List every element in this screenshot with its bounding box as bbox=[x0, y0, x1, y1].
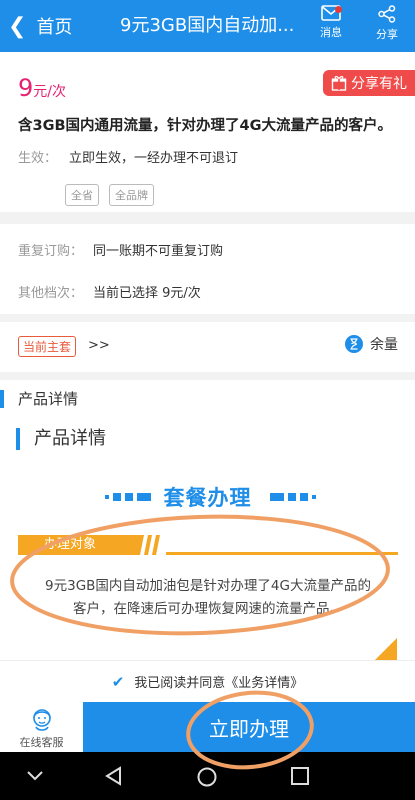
agreement-row: ✔ 我已阅读并同意 《业务详情》 bbox=[0, 660, 415, 702]
target-text-line2: 客户，在降速后可办理恢复网速的流量产品。 bbox=[73, 601, 343, 617]
balance-button[interactable]: 余量 bbox=[344, 334, 398, 354]
target-label: 办理对象 bbox=[18, 535, 138, 555]
target-description: 9元3GB国内自动加油包是针对办理了4G大流量产品的 客户，在降速后可办理恢复网… bbox=[28, 575, 388, 621]
repeat-value: 同一账期不可重复订购 bbox=[93, 244, 224, 259]
agreement-checkbox[interactable]: ✔ bbox=[112, 673, 125, 691]
price-unit: 元/次 bbox=[33, 84, 66, 100]
corner-decor bbox=[375, 638, 397, 660]
scope-tags: 全省 全品牌 bbox=[65, 184, 154, 206]
chevron-left-icon: ❮ bbox=[8, 13, 27, 39]
agreement-prefix: 我已阅读并同意 bbox=[134, 676, 226, 691]
share-icon bbox=[378, 5, 396, 23]
hide-keyboard-icon[interactable] bbox=[26, 770, 44, 782]
share-label: 分享 bbox=[376, 28, 398, 41]
tag-province: 全省 bbox=[65, 184, 99, 206]
effect-row: 生效： 立即生效，一经办理不可退订 bbox=[18, 147, 238, 166]
share-gift-button[interactable]: 分享有礼 bbox=[323, 70, 415, 96]
target-strip: 办理对象 bbox=[18, 535, 398, 555]
nav-home-icon[interactable] bbox=[196, 766, 218, 788]
online-service-button[interactable]: 在线客服 bbox=[0, 702, 83, 752]
banner-title: 套餐办理 bbox=[163, 486, 252, 510]
share-button[interactable]: 分享 bbox=[365, 5, 409, 42]
target-text-line1: 9元3GB国内自动加油包是针对办理了4G大流量产品的 bbox=[45, 578, 371, 594]
repeat-order-row: 重复订购： 同一账期不可重复订购 bbox=[18, 240, 223, 259]
page-title: 9元3GB国内自动加... bbox=[120, 15, 295, 36]
hourglass-icon bbox=[345, 335, 363, 353]
section-title: 产品详情 bbox=[0, 390, 78, 408]
customer-service-icon bbox=[32, 709, 51, 731]
gift-label: 分享有礼 bbox=[351, 76, 407, 92]
app-root: ❮ 首页 9元3GB国内自动加... 消息 分享 9元/次 分享有礼 含3GB国… bbox=[0, 0, 415, 800]
tag-brand: 全品牌 bbox=[109, 184, 154, 206]
back-button[interactable]: ❮ 首页 bbox=[8, 0, 72, 52]
decor-right bbox=[270, 493, 316, 501]
current-plan-tag[interactable]: 当前主套 bbox=[18, 336, 77, 357]
price: 9元/次 bbox=[18, 74, 66, 102]
message-label: 消息 bbox=[320, 26, 342, 39]
expand-arrows[interactable]: >> bbox=[88, 338, 110, 353]
price-value: 9 bbox=[18, 74, 34, 102]
effect-label: 生效： bbox=[18, 151, 58, 166]
current-plan-bar: 当前主套 >> 余量 bbox=[0, 322, 415, 372]
nav-back-icon[interactable] bbox=[104, 766, 124, 786]
repeat-label: 重复订购： bbox=[18, 244, 84, 259]
product-description: 含3GB国内通用流量，针对办理了4G大流量产品的客户。 bbox=[18, 118, 393, 134]
system-nav-bar bbox=[0, 752, 415, 800]
product-details: 产品详情 产品详情 套餐办理 办理对象 9元3GB国内自动加油包是针对办理了4G… bbox=[0, 380, 415, 660]
stripe-decor bbox=[130, 535, 160, 555]
message-button[interactable]: 消息 bbox=[309, 5, 353, 40]
effect-value: 立即生效，一经办理不可退订 bbox=[69, 151, 239, 166]
top-bar: ❮ 首页 9元3GB国内自动加... 消息 分享 bbox=[0, 0, 415, 52]
order-info-card: 重复订购： 同一账期不可重复订购 其他档次： 当前已选择 9元/次 bbox=[0, 224, 415, 314]
product-card: 9元/次 分享有礼 含3GB国内通用流量，针对办理了4G大流量产品的客户。 生效… bbox=[0, 52, 415, 212]
apply-now-button[interactable]: 立即办理 bbox=[83, 702, 415, 752]
details-heading: 产品详情 bbox=[16, 428, 106, 450]
balance-label: 余量 bbox=[370, 337, 398, 353]
gift-icon bbox=[331, 75, 347, 91]
other-value: 当前已选择 9元/次 bbox=[93, 286, 201, 301]
notification-dot bbox=[335, 6, 342, 13]
agreement-link[interactable]: 《业务详情》 bbox=[225, 672, 303, 691]
service-label: 在线客服 bbox=[19, 736, 64, 749]
strip-line bbox=[166, 552, 398, 555]
other-tier-row[interactable]: 其他档次： 当前已选择 9元/次 bbox=[18, 282, 201, 301]
other-label: 其他档次： bbox=[18, 286, 84, 301]
back-label: 首页 bbox=[36, 17, 73, 38]
nav-recents-icon[interactable] bbox=[290, 766, 310, 786]
banner: 套餐办理 bbox=[0, 476, 415, 516]
